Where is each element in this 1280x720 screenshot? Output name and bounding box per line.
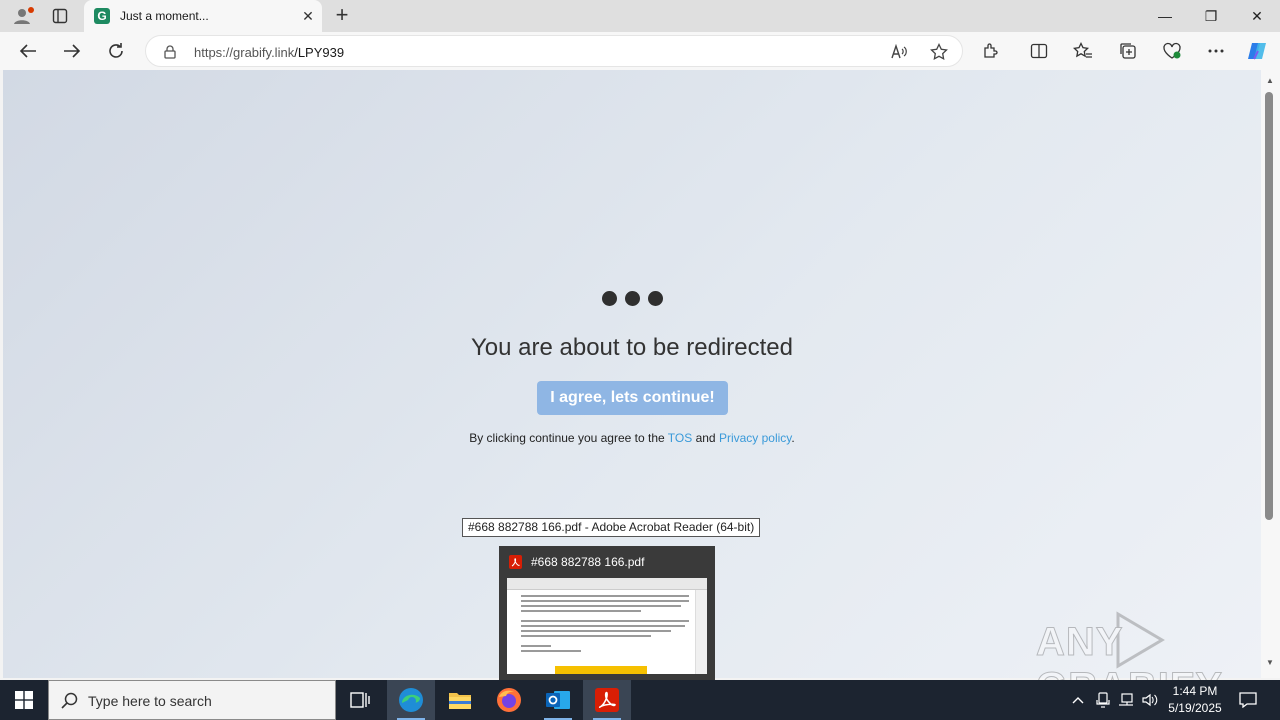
preview-title: #668 882788 166.pdf [531,555,645,569]
windows-taskbar: Type here to search 1:44 PM 5/19/2025 [0,680,1280,720]
scroll-up-icon[interactable]: ▲ [1265,76,1275,85]
search-icon [61,692,78,709]
notification-dot [28,7,34,13]
collections-icon[interactable] [1116,40,1140,62]
taskbar-window-preview[interactable]: #668 882788 166.pdf [499,546,715,680]
url-text[interactable]: https://grabify.link/LPY939 [194,45,344,60]
thumbnail-side-panel [695,590,707,674]
windows-logo-icon [15,691,33,709]
scroll-down-icon[interactable]: ▼ [1265,658,1275,667]
favorite-star-icon[interactable] [928,41,950,63]
device-icon[interactable] [1093,690,1113,710]
grabify-favicon-icon: G [94,8,110,24]
thumbnail-text-line [521,620,689,622]
thumbnail-text-line [521,600,689,602]
taskbar-tooltip: #668 882788 166.pdf - Adobe Acrobat Read… [462,518,761,537]
tos-link[interactable]: TOS [668,431,692,445]
lock-icon[interactable] [164,45,176,64]
file-explorer-icon[interactable] [436,680,484,720]
thumbnail-text-line [521,645,551,647]
document-thumbnail [507,578,707,674]
maximize-button[interactable]: ❐ [1188,0,1234,32]
terms-suffix: . [791,431,795,445]
favorites-icon[interactable] [1071,40,1095,62]
new-tab-button[interactable]: + [330,4,354,28]
terms-and: and [692,431,719,445]
anyrun-watermark: ANY GRABIFY [1036,610,1252,710]
profile-icon[interactable] [8,4,36,28]
thumbnail-text-line [521,650,581,652]
start-button[interactable] [0,680,48,720]
task-view-icon[interactable] [336,680,384,720]
redirect-headline: You are about to be redirected [470,334,794,361]
loading-dots [599,288,665,306]
copilot-icon[interactable] [1245,40,1269,62]
pdf-icon [509,555,522,569]
agree-continue-button[interactable]: I agree, lets continue! [537,381,728,415]
thumbnail-toolbar [507,578,707,590]
thumbnail-text-line [521,635,651,637]
edge-taskbar-icon[interactable] [387,680,435,720]
tab-actions-icon[interactable] [46,4,74,28]
tab-title: Just a moment... [120,9,209,23]
split-screen-icon[interactable] [1027,40,1051,62]
browser-toolbar: https://grabify.link/LPY939 [0,32,1280,70]
outlook-icon[interactable] [534,680,582,720]
extensions-icon[interactable] [979,40,1003,62]
volume-icon[interactable] [1140,690,1160,710]
loading-dot [625,291,640,306]
thumbnail-button [555,666,647,674]
network-icon[interactable] [1116,690,1136,710]
thumbnail-text-line [521,625,685,627]
thumbnail-text-line [521,605,681,607]
browser-title-bar: G Just a moment... ✕ + — ❐ ✕ [0,0,1280,32]
more-options-icon[interactable] [1204,40,1228,62]
scroll-thumb[interactable] [1265,92,1273,520]
privacy-policy-link[interactable]: Privacy policy [719,431,791,445]
taskbar-search-box[interactable]: Type here to search [48,680,336,720]
url-path: /LPY939 [294,45,345,60]
minimize-button[interactable]: — [1142,0,1188,32]
tab-close-icon[interactable]: ✕ [300,8,316,24]
close-window-button[interactable]: ✕ [1234,0,1280,32]
loading-dot [648,291,663,306]
terms-prefix: By clicking continue you agree to the [469,431,668,445]
address-bar[interactable]: https://grabify.link/LPY939 [145,35,963,67]
thumbnail-text-line [521,595,689,597]
firefox-icon[interactable] [485,680,533,720]
thumbnail-text-line [521,610,641,612]
acrobat-reader-icon[interactable] [583,680,631,720]
active-tab[interactable]: G Just a moment... ✕ [84,0,322,32]
forward-button[interactable] [58,38,86,64]
search-placeholder: Type here to search [88,693,212,709]
clock-time: 1:44 PM [1172,684,1218,698]
terms-notice: By clicking continue you agree to the TO… [3,431,1261,445]
url-scheme-host: https://grabify.link [194,45,295,60]
browser-essentials-icon[interactable] [1160,40,1184,62]
read-aloud-icon[interactable] [888,41,910,63]
loading-dot [602,291,617,306]
thumbnail-text-line [521,630,671,632]
clock-date: 5/19/2025 [1168,701,1222,715]
refresh-button[interactable] [102,38,130,64]
notifications-icon[interactable] [1236,688,1260,712]
system-clock[interactable]: 1:44 PM 5/19/2025 [1158,683,1232,717]
back-button[interactable] [14,38,42,64]
show-hidden-icons-icon[interactable] [1068,690,1088,710]
page-scrollbar[interactable]: ▲ ▼ [1261,70,1280,678]
